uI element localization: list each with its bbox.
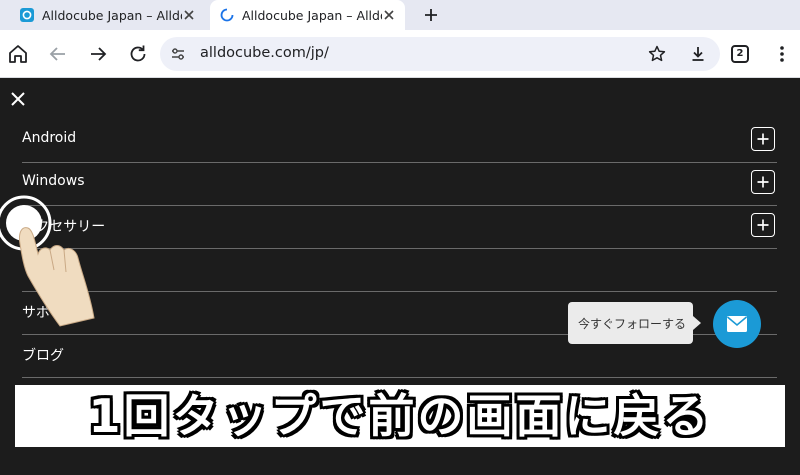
url-text[interactable]: alldocube.com/jp/ — [200, 45, 329, 61]
browser-toolbar: alldocube.com/jp/ 2 — [0, 30, 800, 78]
address-bar[interactable]: alldocube.com/jp/ — [160, 37, 720, 71]
tab-2[interactable]: Alldocube Japan – Alldocub — [210, 0, 405, 30]
menu-item-label: ブログ — [22, 348, 64, 364]
new-tab-plus-icon[interactable] — [421, 5, 441, 25]
expand-plus-icon[interactable] — [751, 170, 775, 194]
menu-item-label: Android — [22, 130, 77, 146]
close-icon[interactable] — [381, 7, 397, 23]
caption-text: 1回タップで前の画面に戻る — [88, 389, 712, 443]
expand-plus-icon[interactable] — [751, 127, 775, 151]
bookmark-star-icon[interactable] — [647, 44, 667, 64]
tap-gesture-hand-icon — [0, 195, 95, 327]
expand-plus-icon[interactable] — [751, 213, 775, 237]
mail-icon — [726, 316, 748, 332]
menu-item-windows[interactable]: Windows — [22, 163, 777, 206]
back-arrow-icon[interactable] — [46, 42, 70, 66]
menu-item-android[interactable]: Android — [22, 120, 777, 163]
site-settings-icon[interactable] — [170, 46, 186, 62]
close-icon[interactable] — [181, 7, 197, 23]
loading-spinner-icon — [220, 8, 234, 22]
caption-banner: 1回タップで前の画面に戻る — [15, 385, 785, 447]
menu-item-accessories[interactable]: アクセサリー — [22, 206, 777, 249]
alldocube-favicon-icon — [20, 8, 34, 22]
reload-icon[interactable] — [126, 42, 150, 66]
menu-item-hidden[interactable] — [22, 249, 777, 292]
download-icon[interactable] — [688, 44, 708, 64]
more-options-icon[interactable] — [770, 42, 794, 66]
forward-arrow-icon[interactable] — [86, 42, 110, 66]
follow-tooltip: 今すぐフォローする — [568, 302, 701, 344]
tooltip-arrow — [693, 316, 701, 330]
tab-strip: Alldocube Japan – Alldocub Alldocube Jap… — [0, 0, 800, 30]
tab-1-title: Alldocube Japan – Alldocub — [42, 7, 182, 23]
tab-2-title: Alldocube Japan – Alldocub — [242, 7, 382, 23]
follow-tooltip-text: 今すぐフォローする — [578, 317, 687, 331]
menu-close-icon[interactable] — [10, 91, 26, 107]
home-icon[interactable] — [6, 42, 30, 66]
tab-count-button[interactable]: 2 — [731, 45, 749, 63]
tab-1[interactable]: Alldocube Japan – Alldocub — [10, 0, 205, 30]
follow-mail-button[interactable] — [713, 300, 761, 348]
